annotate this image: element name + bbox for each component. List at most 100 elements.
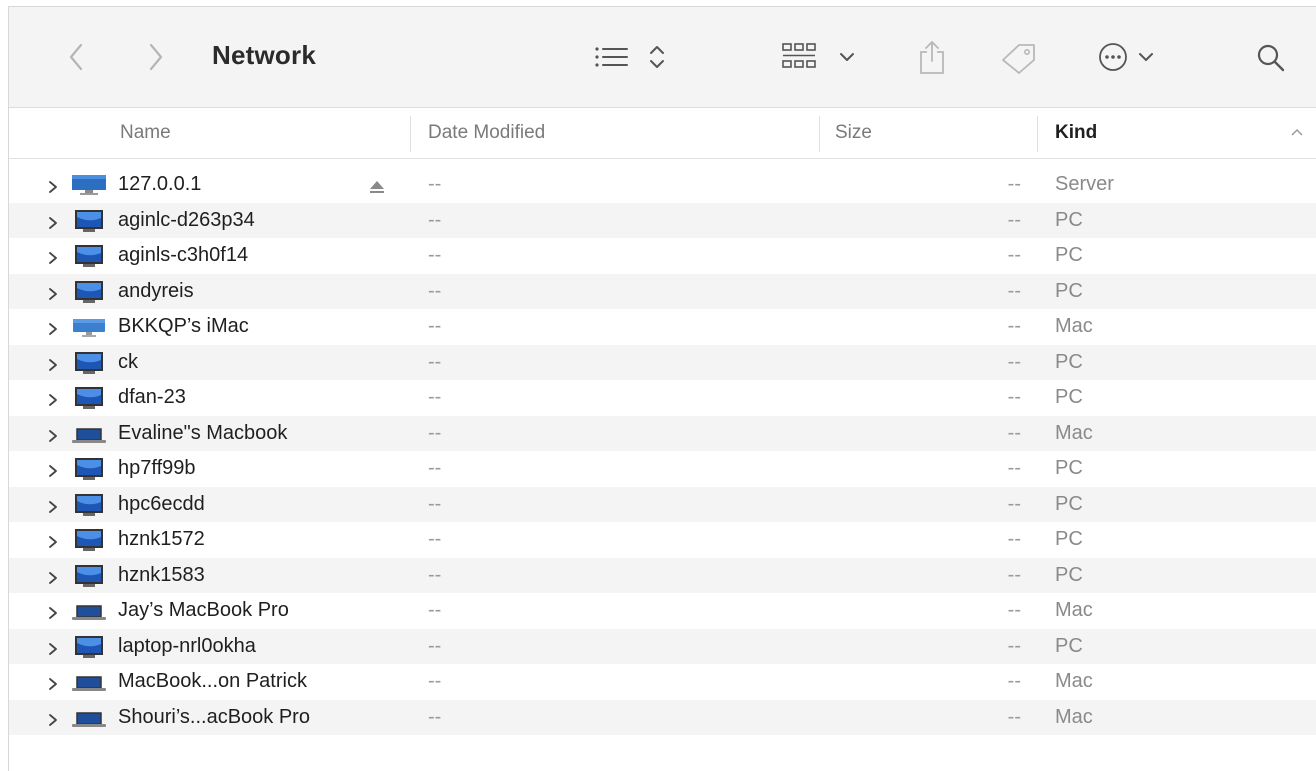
row-name: dfan-23 [118, 386, 186, 408]
file-list: 127.0.0.1 -- -- Server aginlc-d263p34 -- -- PC a… [9, 167, 1316, 735]
row-date-modified: -- [428, 315, 442, 337]
pc-monitor-icon [71, 528, 107, 558]
row-size: -- [1007, 670, 1021, 692]
disclosure-chevron-icon[interactable] [48, 603, 58, 626]
pc-monitor-icon [71, 457, 107, 487]
table-row[interactable]: MacBook...on Patrick -- -- Mac [9, 664, 1316, 700]
table-row[interactable]: hp7ff99b -- -- PC [9, 451, 1316, 487]
disclosure-chevron-icon[interactable] [48, 355, 58, 378]
column-divider[interactable] [819, 116, 820, 152]
disclosure-chevron-icon[interactable] [48, 497, 58, 520]
row-size: -- [1007, 173, 1021, 195]
back-button[interactable] [61, 37, 91, 77]
share-icon [920, 41, 944, 74]
row-date-modified: -- [428, 421, 442, 444]
pc-monitor-icon [71, 280, 107, 310]
table-row[interactable]: BKKQP’s iMac -- -- Mac [9, 309, 1316, 345]
table-row[interactable]: Jay’s MacBook Pro -- -- Mac [9, 593, 1316, 629]
finder-window: Network Name Date Modified Size Kind 127… [8, 6, 1316, 771]
table-row[interactable]: hpc6ecdd -- -- PC [9, 486, 1316, 522]
table-row[interactable]: hznk1572 -- -- PC [9, 522, 1316, 558]
row-size: -- [1007, 386, 1021, 408]
row-kind: PC [1055, 492, 1083, 515]
row-date-modified: -- [428, 492, 442, 515]
window-title: Network [212, 40, 316, 70]
row-size: -- [1007, 279, 1021, 302]
row-size: -- [1007, 492, 1021, 515]
row-kind: Server [1055, 173, 1114, 195]
row-date-modified: -- [428, 386, 442, 408]
row-kind: PC [1055, 279, 1083, 302]
pc-monitor-icon [71, 386, 107, 416]
disclosure-chevron-icon[interactable] [48, 639, 58, 662]
disclosure-chevron-icon[interactable] [48, 674, 58, 697]
disclosure-chevron-icon[interactable] [48, 710, 58, 733]
table-row[interactable]: laptop-nrl0okha -- -- PC [9, 628, 1316, 665]
row-date-modified: -- [428, 173, 442, 195]
chevron-right-icon [149, 43, 163, 71]
disclosure-chevron-icon[interactable] [48, 568, 58, 591]
disclosure-chevron-icon[interactable] [48, 213, 58, 236]
row-name: Shouri’s...acBook Pro [118, 705, 310, 728]
table-row[interactable]: ck -- -- PC [9, 344, 1316, 381]
disclosure-chevron-icon[interactable] [48, 248, 58, 271]
eject-icon[interactable] [369, 177, 385, 200]
table-row[interactable]: Evaline"s Macbook -- -- Mac [9, 415, 1316, 452]
column-date-header[interactable]: Date Modified [428, 122, 545, 144]
row-kind: PC [1055, 634, 1083, 657]
grid-group-icon [782, 43, 854, 68]
row-kind: PC [1055, 208, 1083, 231]
group-by-button[interactable] [781, 41, 863, 73]
row-date-modified: -- [428, 279, 442, 302]
column-size-header[interactable]: Size [835, 122, 872, 144]
server-icon [71, 173, 107, 203]
table-row[interactable]: andyreis -- -- PC [9, 273, 1316, 310]
imac-icon [71, 315, 107, 345]
row-kind: PC [1055, 563, 1083, 586]
row-size: -- [1007, 350, 1021, 373]
row-kind: PC [1055, 244, 1083, 266]
pc-monitor-icon [71, 244, 107, 274]
row-name: laptop-nrl0okha [118, 634, 256, 657]
pc-monitor-icon [71, 351, 107, 381]
table-row[interactable]: 127.0.0.1 -- -- Server [9, 167, 1316, 203]
row-size: -- [1007, 705, 1021, 728]
row-date-modified: -- [428, 670, 442, 692]
table-row[interactable]: Shouri’s...acBook Pro -- -- Mac [9, 699, 1316, 735]
disclosure-chevron-icon[interactable] [48, 284, 58, 307]
disclosure-chevron-icon[interactable] [48, 461, 58, 484]
column-divider[interactable] [410, 116, 411, 152]
table-row[interactable]: hznk1583 -- -- PC [9, 557, 1316, 593]
table-row[interactable]: aginlc-d263p34 -- -- PC [9, 202, 1316, 238]
column-kind-header[interactable]: Kind [1055, 122, 1097, 144]
row-size: -- [1007, 528, 1021, 550]
share-button[interactable] [914, 37, 950, 77]
macbook-icon [71, 422, 107, 452]
disclosure-chevron-icon[interactable] [48, 426, 58, 449]
table-row[interactable]: dfan-23 -- -- PC [9, 380, 1316, 416]
column-divider[interactable] [1037, 116, 1038, 152]
search-button[interactable] [1253, 41, 1289, 75]
row-date-modified: -- [428, 563, 442, 586]
disclosure-chevron-icon[interactable] [48, 177, 58, 200]
action-menu-button[interactable] [1097, 41, 1177, 73]
tag-button[interactable] [997, 41, 1041, 75]
row-kind: Mac [1055, 705, 1093, 728]
row-size: -- [1007, 421, 1021, 444]
row-kind: Mac [1055, 421, 1093, 444]
table-row[interactable]: aginls-c3h0f14 -- -- PC [9, 238, 1316, 274]
row-date-modified: -- [428, 350, 442, 373]
disclosure-chevron-icon[interactable] [48, 532, 58, 555]
row-date-modified: -- [428, 208, 442, 231]
disclosure-chevron-icon[interactable] [48, 390, 58, 413]
row-name: BKKQP’s iMac [118, 315, 249, 337]
view-options-button[interactable] [591, 41, 673, 73]
forward-button[interactable] [141, 37, 171, 77]
row-size: -- [1007, 599, 1021, 621]
toolbar: Network [9, 7, 1316, 108]
disclosure-chevron-icon[interactable] [48, 319, 58, 342]
pc-monitor-icon [71, 635, 107, 665]
row-size: -- [1007, 244, 1021, 266]
column-name-header[interactable]: Name [120, 122, 171, 144]
row-kind: PC [1055, 457, 1083, 479]
